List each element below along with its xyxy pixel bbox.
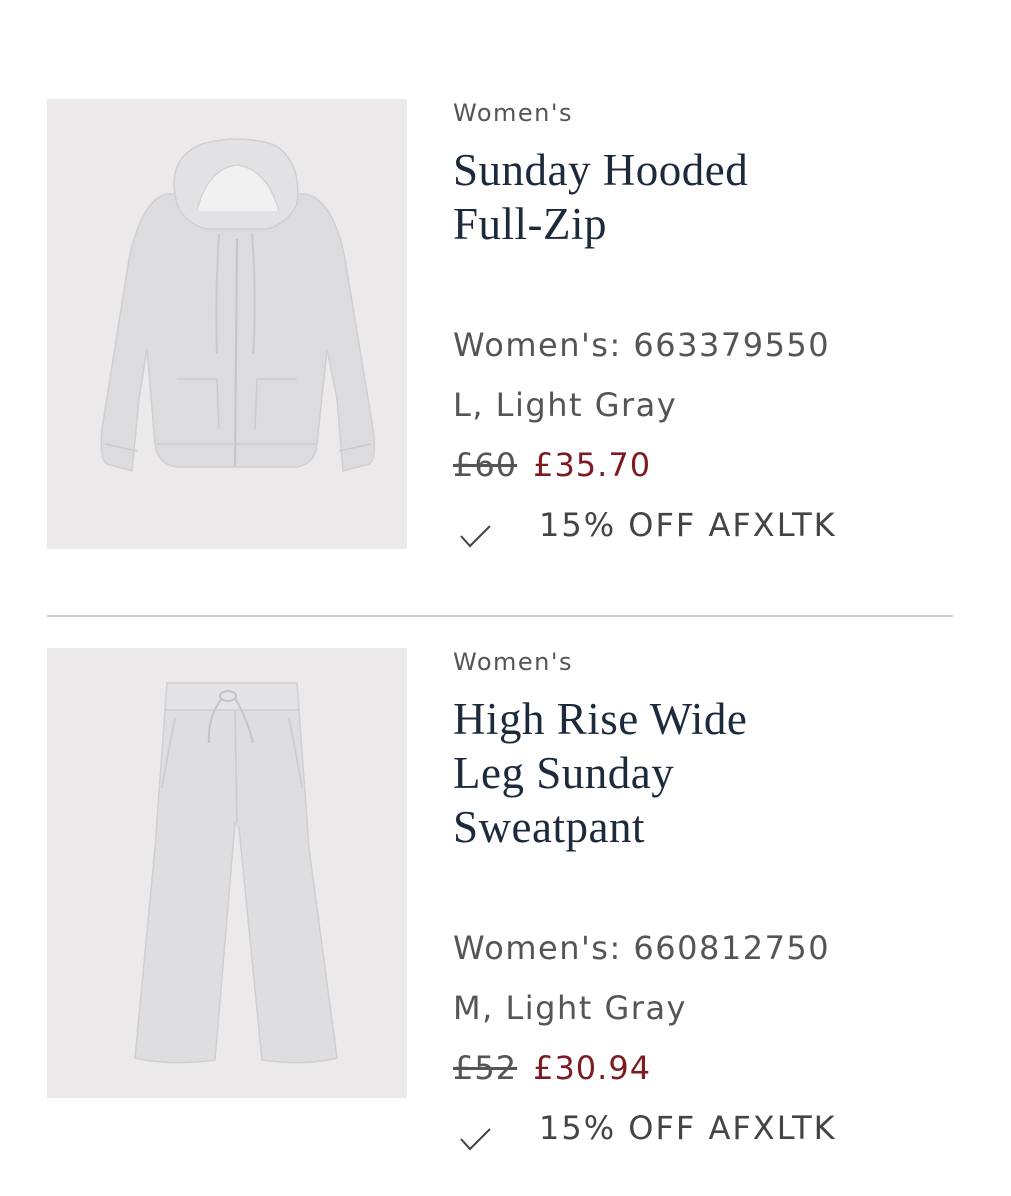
- item-title[interactable]: Sunday Hooded Full-Zip: [453, 143, 953, 251]
- original-price: £52: [453, 1049, 518, 1087]
- item-category: Women's: [453, 99, 573, 127]
- item-variant: M, Light Gray: [453, 989, 687, 1027]
- product-image-sweatpant[interactable]: [47, 648, 407, 1098]
- item-sku: Women's: 660812750: [453, 929, 831, 967]
- item-category: Women's: [453, 648, 573, 676]
- promo-code: 15% OFF AFXLTK: [539, 506, 837, 544]
- title-line: High Rise Wide: [453, 694, 748, 744]
- original-price: £60: [453, 446, 518, 484]
- item-price: £52 £30.94: [453, 1038, 953, 1098]
- checkmark-icon: [457, 510, 497, 548]
- promo-applied: 15% OFF AFXLTK: [453, 495, 953, 555]
- title-line: Sunday Hooded: [453, 145, 749, 195]
- title-line: Sweatpant: [453, 802, 645, 852]
- promo-code: 15% OFF AFXLTK: [539, 1109, 837, 1147]
- title-line: Leg Sunday: [453, 748, 675, 798]
- checkmark-icon: [457, 1113, 497, 1151]
- product-image-hoodie[interactable]: [47, 99, 407, 549]
- promo-applied: 15% OFF AFXLTK: [453, 1098, 953, 1158]
- item-divider: [47, 615, 953, 617]
- sweatpant-image: [134, 682, 338, 1064]
- hoodie-image: [100, 138, 376, 472]
- item-title[interactable]: High Rise Wide Leg Sunday Sweatpant: [453, 692, 953, 854]
- sale-price: £35.70: [533, 446, 652, 484]
- sale-price: £30.94: [533, 1049, 652, 1087]
- item-sku: Women's: 663379550: [453, 326, 831, 364]
- item-price: £60 £35.70: [453, 435, 953, 495]
- item-info: Women's Sunday Hooded Full-Zip Women's: …: [453, 99, 953, 555]
- item-variant: L, Light Gray: [453, 386, 678, 424]
- title-line: Full-Zip: [453, 199, 608, 249]
- item-info: Women's High Rise Wide Leg Sunday Sweatp…: [453, 648, 953, 1158]
